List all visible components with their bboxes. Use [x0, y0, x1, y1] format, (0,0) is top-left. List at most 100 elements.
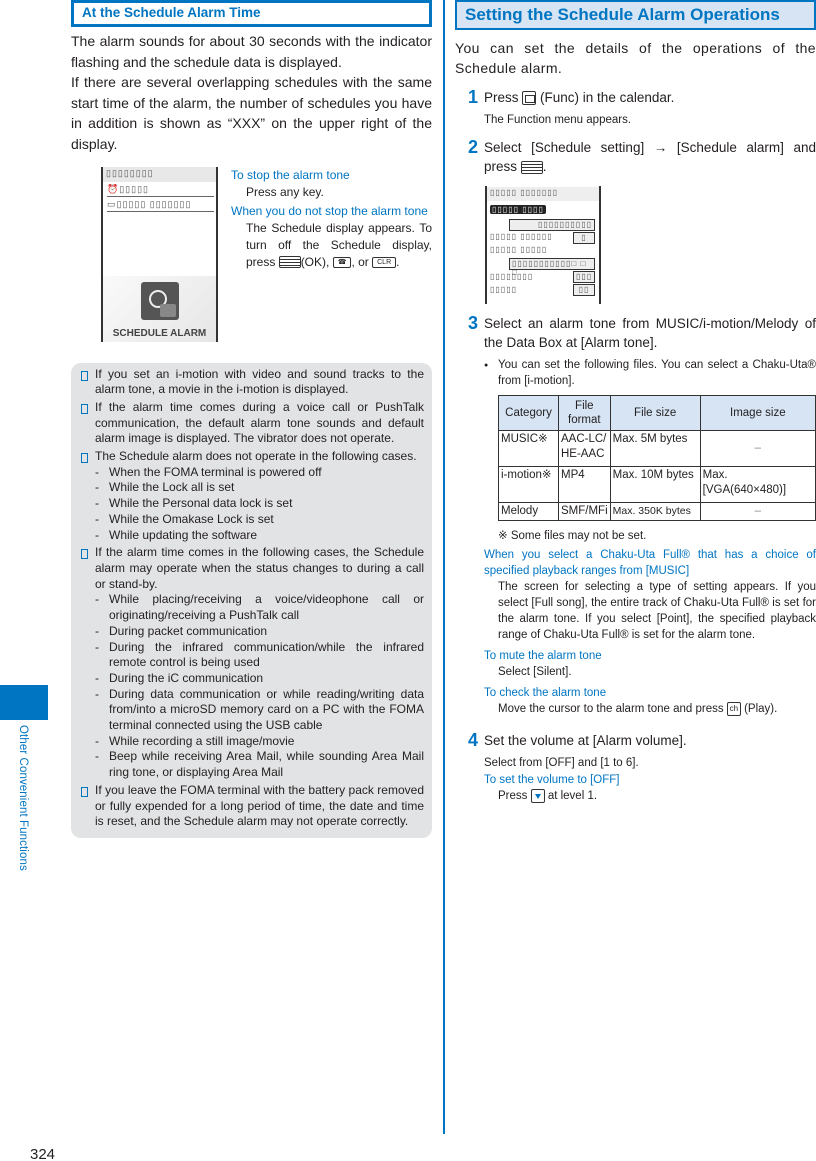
note-text: If you leave the FOMA terminal with the …: [95, 782, 424, 829]
cell: –: [699, 502, 816, 521]
sub-item-text: During data communication or while readi…: [109, 686, 424, 733]
cell: SMF/MFi: [558, 502, 611, 521]
mail-key-icon: [522, 91, 537, 106]
tip-text: (Play).: [744, 703, 778, 715]
end-call-key-icon: ☎: [332, 256, 352, 268]
tip-heading: To mute the alarm tone: [484, 650, 602, 662]
screen-title: ▯▯▯▯▯ ▯▯▯▯▯▯▯: [487, 187, 599, 201]
note-item: If the alarm time comes in the following…: [79, 545, 424, 781]
column-divider: [443, 0, 445, 1134]
screen-selected-item: ▯▯▯▯▯ ▯▯▯▯: [490, 205, 546, 214]
note-bullet-icon: [81, 370, 88, 381]
alarm-panel: SCHEDULE ALARM: [103, 275, 216, 342]
sub-item-text: While placing/receiving a voice/videopho…: [109, 592, 424, 623]
step-text-pre: Press: [484, 90, 519, 105]
col-header: Category: [498, 395, 559, 431]
tip-body: The screen for selecting a type of setti…: [498, 581, 816, 641]
screen-field: ▯▯▯▯▯▯▯▯▯▯▯□ □ □: [509, 258, 595, 277]
down-key-icon: [530, 788, 545, 803]
figure-notes: To stop the alarm tone Press any key. Wh…: [231, 167, 432, 271]
table-row: i-motion※ MP4 Max. 10M bytes Max. [VGA(6…: [498, 466, 816, 503]
sub-item: - While recording a still image/movie: [95, 733, 295, 748]
sub-item-text: While the Omakase Lock is set: [109, 511, 274, 526]
period: .: [542, 159, 547, 174]
tip-body: Move the cursor to the alarm tone and pr…: [484, 701, 816, 717]
sub-item-text: During packet communication: [109, 623, 268, 638]
paragraph: The alarm sounds for about 30 seconds wi…: [71, 33, 432, 70]
cell: Melody: [498, 502, 559, 521]
step-number: 4: [468, 730, 479, 750]
screen-field: ▯▯▯▯▯▯▯▯▯▯: [509, 219, 595, 231]
screen-field: ▯▯▯: [573, 271, 595, 283]
note-text: The Schedule alarm does not operate in t…: [95, 449, 417, 464]
screen-row: ▯▯▯▯▯▯▯▯: [490, 272, 534, 281]
section-heading: Setting the Schedule Alarm Operations: [455, 0, 816, 30]
sub-item: - While placing/receiving a voice/videoph…: [95, 592, 424, 623]
note-item: If you leave the FOMA terminal with the …: [79, 783, 424, 830]
screen-line-text: ▯▯▯▯▯ ▯▯▯▯▯▯▯: [116, 198, 192, 209]
clock-icon: ⏰: [107, 183, 120, 194]
step-number: 2: [468, 137, 479, 157]
step-number: 1: [468, 87, 479, 107]
tip-text: Press: [498, 790, 528, 802]
tip-heading: To set the volume to [OFF]: [484, 774, 620, 786]
cell: Max. 5M bytes: [609, 430, 701, 467]
cell: i-motion※: [498, 466, 559, 503]
note-body: The Schedule display appears. To turn of…: [231, 220, 432, 271]
step-text: Select [Schedule setting] → [Schedule al…: [484, 138, 816, 176]
sub-item-text: Beep while receiving Area Mail, while so…: [109, 749, 424, 780]
page-number: 324: [30, 1146, 56, 1161]
sub-item: - During data communication or while read…: [95, 686, 424, 733]
or-label: , or: [351, 254, 369, 269]
step-desc: The Function menu appears.: [484, 114, 632, 126]
screen-row: ▯▯▯▯▯ ▯▯▯▯▯: [490, 245, 548, 254]
note-bullet-icon: [81, 549, 88, 560]
ch-key-icon: ch: [726, 701, 741, 716]
section-tab: [0, 685, 48, 720]
clr-key-icon: CLR: [372, 256, 397, 268]
col-header: File size: [609, 395, 701, 431]
cell: Max. 10M bytes: [609, 466, 701, 503]
step-text-post: (Func) in the calendar.: [540, 90, 675, 105]
sub-item: - While updating the software: [95, 527, 258, 542]
cell: –: [699, 430, 816, 467]
cell: AAC-LC/ HE-AAC: [558, 430, 611, 467]
sub-item: - When the FOMA terminal is powered off: [95, 464, 322, 479]
sub-item: - During packet communication: [95, 623, 268, 638]
table-row: Melody SMF/MFi Max. 350K bytes –: [498, 502, 816, 521]
sub-item: - While the Omakase Lock is set: [95, 511, 274, 526]
section-label: Other Convenient Functions: [17, 725, 29, 871]
screen-line-text: ▯▯▯▯▯: [119, 183, 149, 194]
note-heading: When you do not stop the alarm tone: [231, 203, 428, 218]
step-3: 3 Select an alarm tone from MUSIC/i-moti…: [455, 313, 816, 352]
step-2: 2 Select [Schedule setting] → [Schedule …: [455, 137, 816, 304]
cell: MUSIC※: [498, 430, 559, 467]
note-bullet-icon: [81, 453, 88, 464]
sub-item: - Beep while receiving Area Mail, while s…: [95, 749, 424, 780]
sub-item-text: While the Lock all is set: [109, 480, 235, 495]
note-text: If you set an i-motion with video and so…: [95, 366, 424, 397]
sub-item-text: During the infrared communication/while …: [109, 639, 424, 670]
period: .: [396, 254, 400, 269]
tip-text: Move the cursor to the alarm tone and pr…: [498, 703, 724, 715]
menu-key-icon: [520, 160, 543, 174]
sub-item: - During the iC communication: [95, 670, 264, 685]
screen-row: ▯▯▯▯▯ ▯▯▯▯▯▯: [490, 232, 553, 241]
cell: MP4: [558, 466, 611, 503]
ok-label: (OK),: [300, 254, 330, 269]
note-body: Press any key.: [246, 184, 324, 199]
step-number: 3: [468, 313, 479, 333]
tip-text: at level 1.: [547, 790, 598, 802]
table-header-row: Category File format File size Image siz…: [498, 395, 816, 431]
screen-line: ⏰▯▯▯▯▯: [107, 184, 214, 197]
screen-line: ▭▯▯▯▯▯ ▯▯▯▯▯▯▯: [107, 199, 214, 212]
tip-body: Select [Silent].: [498, 666, 572, 678]
section-heading: At the Schedule Alarm Time: [71, 0, 432, 27]
left-column: At the Schedule Alarm Time The alarm sou…: [71, 0, 432, 838]
sub-item-text: While recording a still image/movie: [109, 733, 295, 748]
sub-item: - While the Lock all is set: [95, 480, 235, 495]
note-item: The Schedule alarm does not operate in t…: [79, 449, 424, 543]
col-header: File format: [558, 395, 611, 431]
memo-icon: ▭: [107, 198, 117, 209]
screen-field: ▯▯: [573, 284, 595, 296]
